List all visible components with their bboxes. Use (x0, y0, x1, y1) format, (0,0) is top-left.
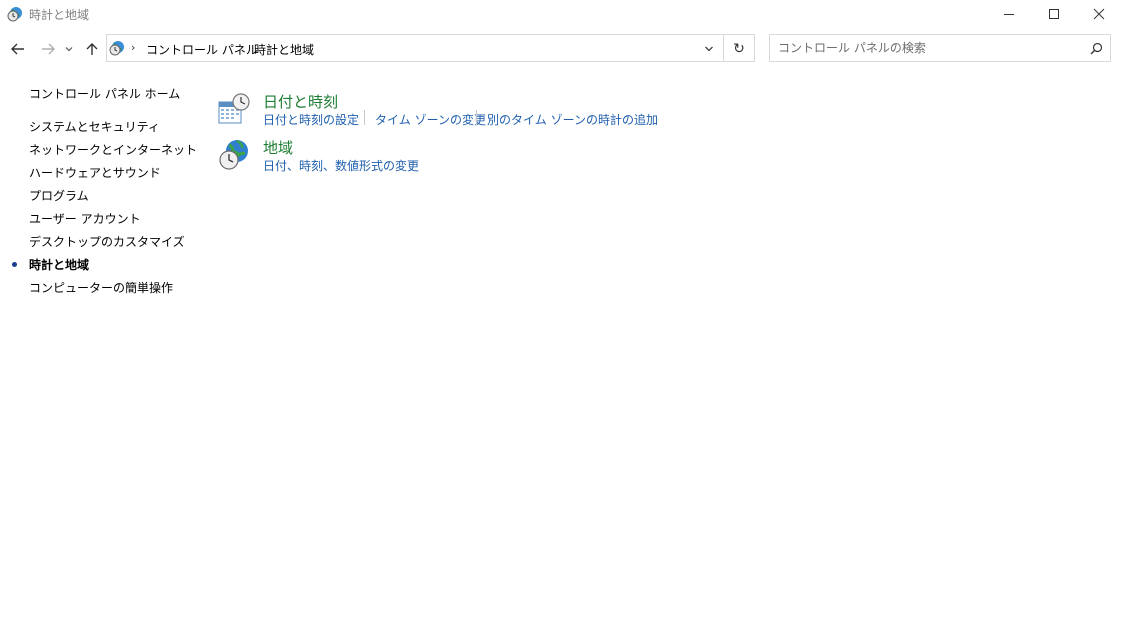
title-bar: 時計と地域 (0, 0, 1122, 30)
minimize-icon (1004, 14, 1014, 15)
sidebar-item-home[interactable]: コントロール パネル ホーム (29, 85, 180, 102)
clock-globe-icon (7, 6, 23, 22)
sidebar-item-hardware-sound[interactable]: ハードウェアとサウンド (29, 164, 161, 181)
address-dropdown-button[interactable] (701, 41, 717, 57)
back-button[interactable] (8, 39, 28, 59)
link-change-formats[interactable]: 日付、時刻、数値形式の変更 (263, 157, 419, 174)
breadcrumb-separator[interactable]: › (239, 41, 243, 54)
link-set-date-time[interactable]: 日付と時刻の設定 (263, 111, 359, 128)
maximize-button[interactable] (1031, 0, 1077, 28)
category-title-region[interactable]: 地域 (263, 137, 293, 158)
search-input[interactable] (770, 35, 1088, 61)
chevron-down-icon (65, 47, 73, 52)
refresh-icon: ↻ (733, 41, 745, 57)
forward-arrow-icon (42, 43, 55, 55)
link-change-time-zone[interactable]: タイム ゾーンの変更 (375, 111, 486, 128)
address-bar[interactable]: › コントロール パネル › 時計と地域 ↻ (106, 34, 755, 62)
calendar-clock-icon[interactable] (217, 92, 251, 126)
search-box[interactable] (769, 34, 1111, 62)
up-button[interactable] (82, 39, 102, 59)
breadcrumb-separator[interactable]: › (131, 41, 135, 54)
maximize-icon (1049, 9, 1059, 19)
sidebar-item-clock-region[interactable]: 時計と地域 (29, 256, 89, 273)
globe-clock-icon[interactable] (217, 138, 251, 172)
link-add-clocks[interactable]: 別のタイム ゾーンの時計の追加 (487, 111, 658, 128)
window-title: 時計と地域 (29, 8, 90, 22)
close-icon (1093, 8, 1105, 20)
sidebar-item-network-internet[interactable]: ネットワークとインターネット (29, 141, 197, 158)
minimize-button[interactable] (986, 0, 1032, 28)
chevron-down-icon (705, 46, 713, 52)
refresh-button[interactable]: ↻ (727, 40, 751, 58)
divider (723, 35, 724, 61)
active-item-bullet (12, 262, 17, 267)
back-arrow-icon (11, 43, 24, 55)
search-icon[interactable] (1088, 41, 1104, 57)
forward-button[interactable] (38, 39, 58, 59)
category-title-date-time[interactable]: 日付と時刻 (263, 91, 338, 112)
sidebar-item-desktop-customize[interactable]: デスクトップのカスタマイズ (29, 233, 185, 250)
sidebar-item-system-security[interactable]: システムとセキュリティ (29, 118, 160, 135)
link-divider (476, 110, 477, 125)
clock-globe-icon (109, 40, 125, 56)
breadcrumb-clock-region[interactable]: 時計と地域 (254, 41, 314, 58)
link-divider (364, 110, 365, 125)
sidebar-item-user-accounts[interactable]: ユーザー アカウント (29, 210, 141, 227)
up-arrow-icon (86, 43, 98, 55)
sidebar-item-programs[interactable]: プログラム (29, 187, 89, 204)
sidebar-item-ease-of-access[interactable]: コンピューターの簡単操作 (29, 279, 173, 296)
recent-locations-button[interactable] (62, 39, 76, 59)
close-button[interactable] (1076, 0, 1122, 28)
